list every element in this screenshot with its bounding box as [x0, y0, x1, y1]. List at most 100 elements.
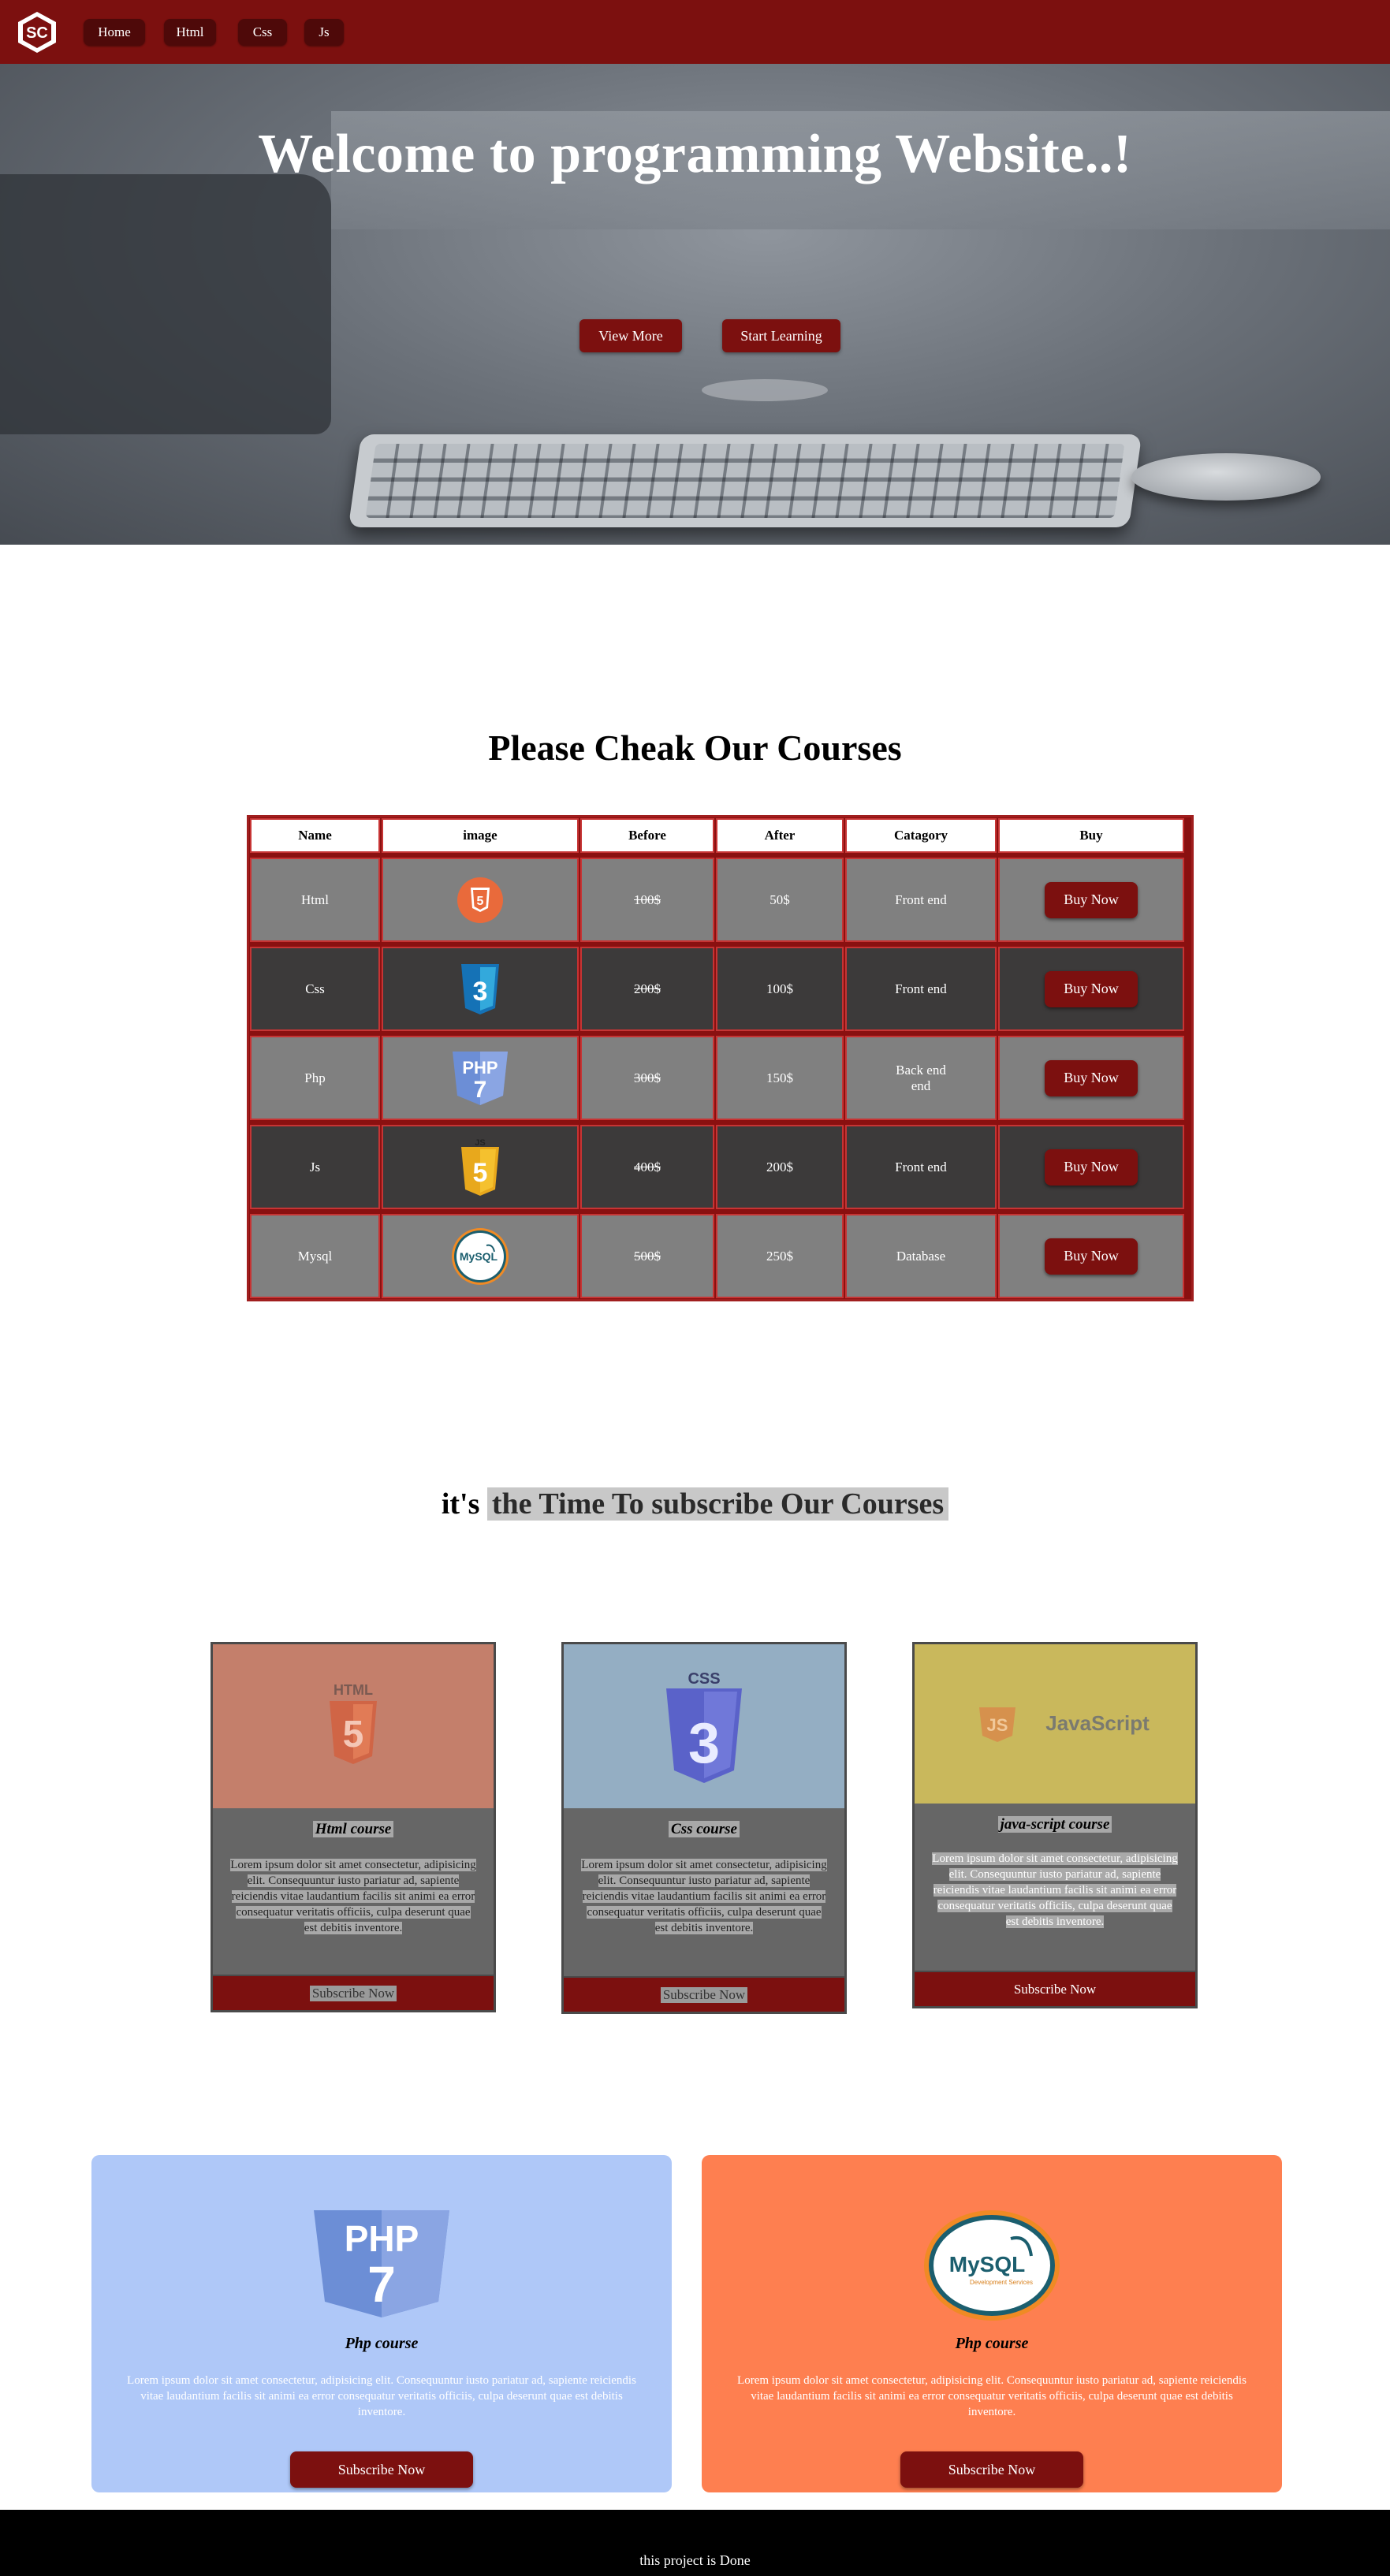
js-icon: JS 5 [461, 1138, 499, 1196]
card-description: Lorem ipsum dolor sit amet consectetur, … [127, 2374, 636, 2418]
subscribe-title: it's the Time To subscribe Our Courses [0, 1487, 1390, 1521]
header-after: After [716, 818, 844, 853]
card-image: CSS 3 [564, 1644, 844, 1808]
nav-home[interactable]: Home [84, 19, 145, 46]
course-category: Front end [845, 858, 997, 942]
start-learning-button[interactable]: Start Learning [722, 319, 840, 352]
mysql-icon: MySQL [452, 1227, 509, 1285]
course-image-cell: 3 [382, 947, 579, 1031]
course-name: Php [250, 1036, 380, 1120]
hero-title: Welcome to programming Website..! [258, 124, 1132, 184]
subscribe-now-button[interactable]: Subscribe Now [915, 1971, 1195, 2006]
svg-text:5: 5 [473, 1158, 488, 1188]
card-description: Lorem ipsum dolor sit amet consectetur, … [932, 1852, 1178, 1928]
hero-laptop-shape [0, 174, 331, 434]
subscribe-now-button[interactable]: Subscribe Now [900, 2451, 1083, 2488]
view-more-button[interactable]: View More [579, 319, 682, 352]
hero-mouse-image [1131, 453, 1321, 501]
header-category: Catagory [845, 818, 997, 853]
svg-text:5: 5 [343, 1714, 364, 1755]
table-row: Html 5 100$ 50$ Front end Buy Now [249, 857, 1191, 946]
table-row: Mysql MySQL 500$ 250$ Database Buy Now [249, 1213, 1191, 1299]
table-header-row: Name image Before After Catagory Buy [249, 817, 1191, 857]
card-description: Lorem ipsum dolor sit amet consectetur, … [230, 1859, 476, 1934]
table-row: Php PHP 7 300$ 150$ Back end end Buy Now [249, 1035, 1191, 1124]
buy-cell: Buy Now [998, 1125, 1184, 1209]
svg-text:7: 7 [474, 1077, 487, 1103]
site-logo-icon[interactable]: SC [16, 10, 58, 54]
footer-text: this project is Done [639, 2552, 751, 2568]
course-category: Front end [845, 947, 997, 1031]
buy-cell: Buy Now [998, 858, 1184, 942]
svg-text:JS: JS [475, 1138, 485, 1148]
javascript-logo-icon: JS JavaScript [979, 1707, 1150, 1742]
subscribe-now-button[interactable]: Subscribe Now [290, 2451, 473, 2488]
svg-text:JavaScript: JavaScript [1045, 1711, 1150, 1735]
course-name: Html [250, 858, 380, 942]
card-course-name: Php course [345, 2335, 419, 2352]
buy-now-button[interactable]: Buy Now [1045, 1059, 1138, 1096]
subscribe-now-button[interactable]: Subscribe Now [213, 1975, 494, 2010]
html5-logo-icon: HTML 5 [330, 1682, 377, 1764]
php-course-card: PHP 7 Php course Lorem ipsum dolor sit a… [91, 2155, 672, 2492]
svg-text:PHP: PHP [462, 1058, 497, 1078]
header-image: image [382, 818, 579, 853]
table-row: Js JS 5 400$ 200$ Front end Buy Now [249, 1124, 1191, 1213]
price-after: 250$ [716, 1214, 844, 1298]
price-before: 100$ [580, 858, 714, 942]
price-before: 200$ [580, 947, 714, 1031]
nav-html[interactable]: Html [164, 19, 216, 46]
nav-css[interactable]: Css [238, 19, 287, 46]
hero-cup-shape [702, 379, 828, 401]
course-category: Front end [845, 1125, 997, 1209]
svg-text:CSS: CSS [688, 1670, 720, 1688]
svg-text:MySQL: MySQL [949, 2252, 1025, 2276]
course-image-cell: MySQL [382, 1214, 579, 1298]
buy-cell: Buy Now [998, 1214, 1184, 1298]
svg-text:JS: JS [987, 1715, 1008, 1735]
course-image-cell: JS 5 [382, 1125, 579, 1209]
javascript-course-card: JS JavaScript java-script course Lorem i… [912, 1642, 1198, 2008]
course-category: Back end end [845, 1036, 997, 1120]
courses-table: Name image Before After Catagory Buy Htm… [247, 815, 1194, 1301]
buy-now-button[interactable]: Buy Now [1045, 1238, 1138, 1275]
buy-cell: Buy Now [998, 947, 1184, 1031]
buy-now-button[interactable]: Buy Now [1045, 881, 1138, 918]
svg-text:3: 3 [473, 977, 488, 1007]
header-before: Before [580, 818, 714, 853]
buy-now-button[interactable]: Buy Now [1045, 1148, 1138, 1186]
css3-logo-icon: CSS 3 [666, 1670, 742, 1783]
course-image-cell: 5 [382, 858, 579, 942]
subscribe-title-prefix: it's [441, 1487, 480, 1521]
css-course-card: CSS 3 Css course Lorem ipsum dolor sit a… [561, 1642, 847, 2014]
nav-js[interactable]: Js [304, 19, 344, 46]
price-before: 400$ [580, 1125, 714, 1209]
css3-icon: 3 [461, 963, 499, 1014]
buy-cell: Buy Now [998, 1036, 1184, 1120]
php7-logo-icon: PHP 7 [314, 2210, 449, 2317]
card-image: JS JavaScript [915, 1644, 1195, 1804]
svg-text:Development Services: Development Services [970, 2279, 1033, 2286]
card-description: Lorem ipsum dolor sit amet consectetur, … [737, 2374, 1247, 2418]
price-before: 300$ [580, 1036, 714, 1120]
course-name: Css [250, 947, 380, 1031]
svg-text:5: 5 [477, 895, 484, 908]
svg-text:7: 7 [367, 2256, 396, 2313]
logo-text: SC [26, 24, 48, 42]
html-course-card: HTML 5 Html course Lorem ipsum dolor sit… [211, 1642, 496, 2012]
mysql-course-card: MySQL Development Services Php course Lo… [702, 2155, 1282, 2492]
course-category: Database [845, 1214, 997, 1298]
subscribe-now-button[interactable]: Subscribe Now [564, 1976, 844, 2012]
buy-now-button[interactable]: Buy Now [1045, 970, 1138, 1007]
course-name: Js [250, 1125, 380, 1209]
card-image: HTML 5 [213, 1644, 494, 1808]
price-before: 500$ [580, 1214, 714, 1298]
courses-title: Please Cheak Our Courses [488, 728, 902, 768]
course-name: Mysql [250, 1214, 380, 1298]
card-course-name: Html course [213, 1821, 494, 1838]
card-course-name: Css course [564, 1821, 844, 1838]
svg-text:MySQL: MySQL [460, 1250, 498, 1263]
card-description: Lorem ipsum dolor sit amet consectetur, … [581, 1859, 827, 1934]
top-navbar: SC Home Html Css Js [0, 0, 1390, 64]
hero-keyboard-image [348, 434, 1142, 527]
